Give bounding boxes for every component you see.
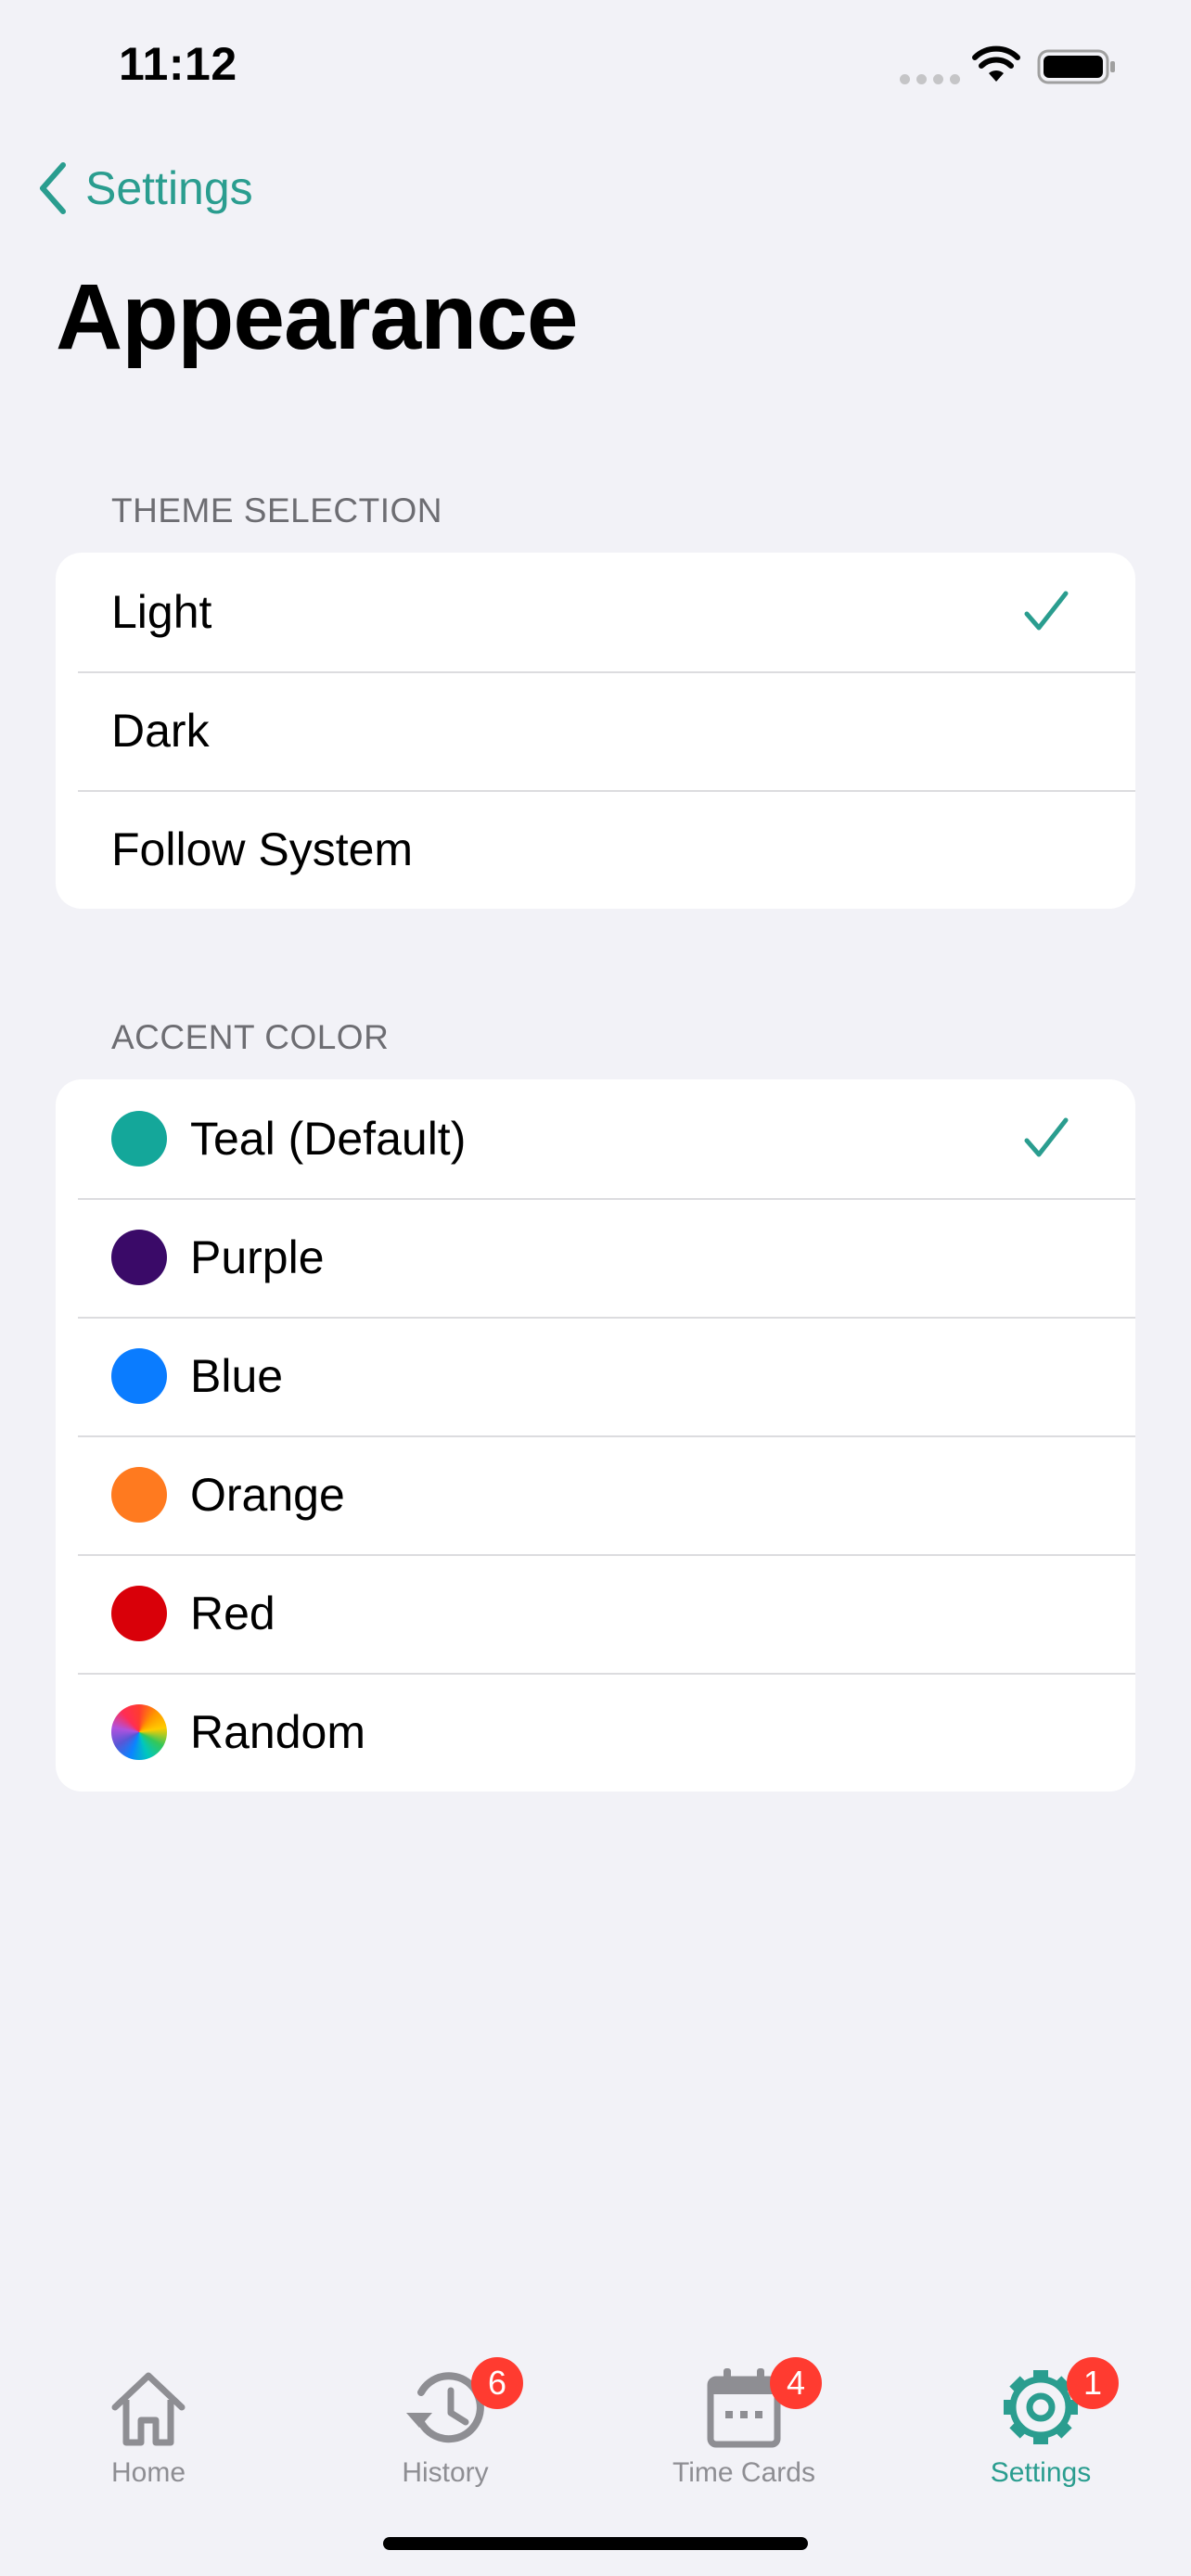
- checkmark-icon: [1024, 1117, 1069, 1157]
- house-icon: [102, 2361, 195, 2454]
- accent-option-label: Red: [190, 1588, 275, 1639]
- status-bar: 11:12: [0, 0, 1191, 130]
- theme-option-label: Light: [111, 586, 212, 638]
- theme-section-header: THEME SELECTION: [111, 491, 442, 529]
- tab-time-cards[interactable]: 4 Time Cards: [596, 2337, 892, 2489]
- rainbow-swatch-icon: [111, 1704, 167, 1760]
- theme-option-label: Dark: [111, 705, 210, 757]
- blue-swatch-icon: [111, 1348, 167, 1404]
- theme-option-light[interactable]: Light: [56, 553, 1135, 671]
- appearance-screen: 11:12 Settings Appearance THEME SELECTIO…: [0, 0, 1191, 2576]
- accent-option-label: Teal (Default): [190, 1113, 467, 1165]
- accent-options-card: Teal (Default) Purple Blue Orange Red Ra…: [56, 1079, 1135, 1792]
- status-time: 11:12: [119, 38, 237, 90]
- tab-label: History: [402, 2457, 489, 2488]
- chevron-left-icon: [40, 162, 66, 214]
- battery-icon: [1037, 49, 1115, 84]
- time-cards-badge: 4: [770, 2357, 822, 2409]
- theme-option-label: Follow System: [111, 823, 414, 875]
- back-label: Settings: [85, 162, 253, 214]
- page-title: Appearance: [56, 265, 578, 369]
- accent-option-label: Orange: [190, 1469, 345, 1521]
- accent-option-red[interactable]: Red: [56, 1554, 1135, 1673]
- tab-history[interactable]: 6 History: [297, 2337, 594, 2489]
- accent-option-label: Random: [190, 1706, 365, 1758]
- accent-option-purple[interactable]: Purple: [56, 1198, 1135, 1317]
- accent-option-orange[interactable]: Orange: [56, 1435, 1135, 1554]
- tab-home[interactable]: Home: [0, 2337, 297, 2489]
- checkmark-icon: [1024, 591, 1069, 631]
- theme-option-dark[interactable]: Dark: [56, 671, 1135, 790]
- tab-label: Home: [110, 2457, 186, 2488]
- teal-swatch-icon: [111, 1111, 167, 1167]
- back-button[interactable]: Settings: [35, 159, 253, 217]
- cellular-signal-icon: [900, 74, 960, 84]
- theme-options-card: Light Dark Follow System: [56, 553, 1135, 909]
- gear-icon: 1: [994, 2357, 1119, 2454]
- red-swatch-icon: [111, 1586, 167, 1641]
- theme-option-follow-system[interactable]: Follow System: [56, 790, 1135, 909]
- calendar-icon: 4: [698, 2357, 822, 2454]
- accent-option-label: Purple: [190, 1231, 325, 1283]
- clock-history-icon: 6: [399, 2357, 523, 2454]
- settings-badge: 1: [1067, 2357, 1119, 2409]
- tab-label: Settings: [990, 2457, 1092, 2488]
- wifi-icon: [972, 45, 1020, 82]
- accent-option-teal[interactable]: Teal (Default): [56, 1079, 1135, 1198]
- accent-option-random[interactable]: Random: [56, 1673, 1135, 1792]
- purple-swatch-icon: [111, 1230, 167, 1285]
- tab-label: Time Cards: [672, 2457, 815, 2488]
- accent-section-header: ACCENT COLOR: [111, 1018, 390, 1056]
- accent-option-blue[interactable]: Blue: [56, 1317, 1135, 1435]
- accent-option-label: Blue: [190, 1350, 284, 1402]
- home-indicator: [383, 2537, 808, 2550]
- tab-settings[interactable]: 1 Settings: [892, 2337, 1189, 2489]
- history-badge: 6: [471, 2357, 523, 2409]
- orange-swatch-icon: [111, 1467, 167, 1523]
